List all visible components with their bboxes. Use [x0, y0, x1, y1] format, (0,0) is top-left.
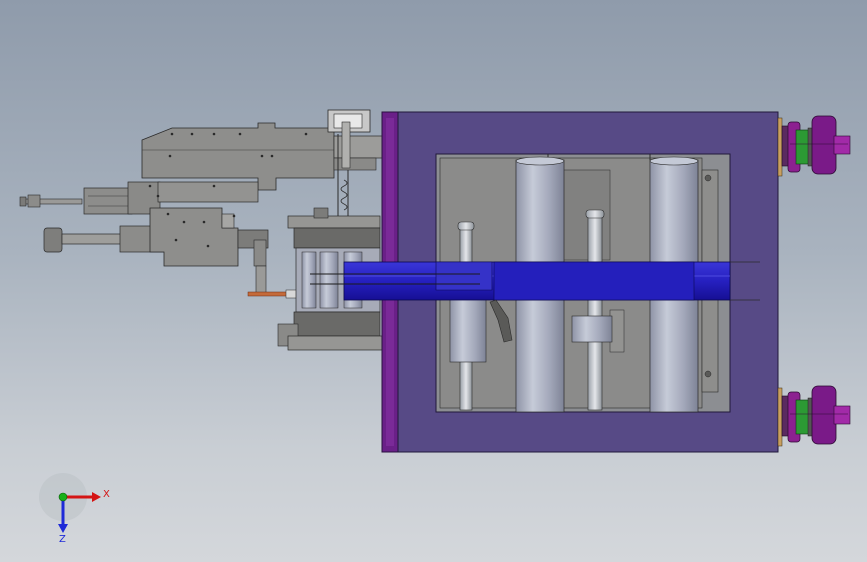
- x-axis-label: X: [103, 489, 110, 500]
- upper-coupling: [781, 115, 851, 175]
- gripper-assembly: [19, 109, 383, 351]
- cad-viewport[interactable]: X Z: [0, 0, 867, 562]
- z-axis-label: Z: [59, 534, 66, 545]
- cad-model-drawing[interactable]: X Z: [0, 0, 867, 562]
- y-axis-dot: [58, 492, 68, 502]
- coordinate-triad: X Z: [39, 473, 110, 545]
- lower-coupling: [781, 385, 851, 445]
